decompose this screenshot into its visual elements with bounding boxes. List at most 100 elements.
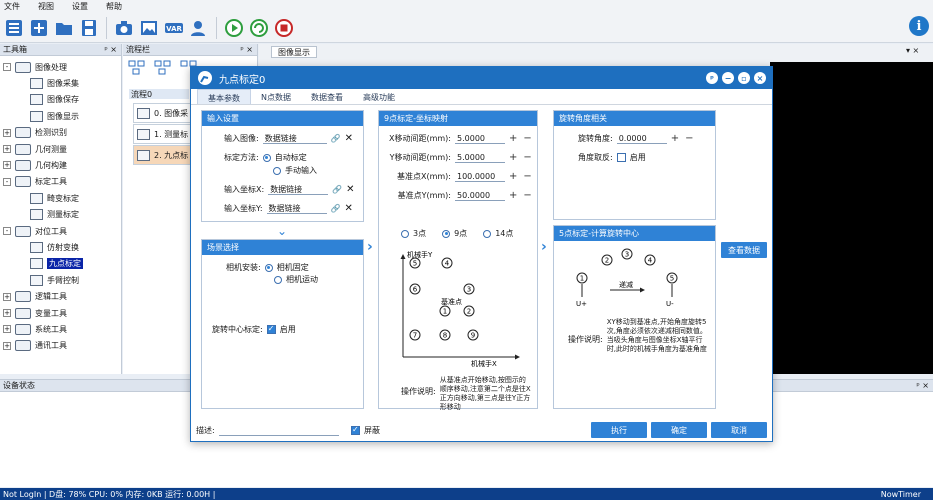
five-point-group: 5点标定-计算旋转中心 递减 U+ U- 1 2 3 4 5 操作说明: XY移动到基准… bbox=[553, 225, 716, 409]
tree-item[interactable]: 九点标定 bbox=[30, 256, 83, 272]
menu-settings[interactable]: 设置 bbox=[72, 1, 88, 12]
tab-n-point-data[interactable]: N点数据 bbox=[251, 89, 301, 104]
tab-data-view[interactable]: 数据查看 bbox=[301, 89, 353, 104]
tree-group[interactable]: - 标定工具 bbox=[3, 174, 67, 190]
tree-group[interactable]: - 图像处理 bbox=[3, 59, 67, 75]
loop-icon[interactable] bbox=[248, 17, 270, 39]
opt-3-radio[interactable] bbox=[401, 229, 409, 238]
expand-icon[interactable]: + bbox=[3, 292, 11, 301]
clear-icon[interactable]: ✕ bbox=[345, 133, 353, 144]
tree-item[interactable]: 图像保存 bbox=[30, 92, 79, 108]
stepper-icon[interactable]: +− bbox=[509, 190, 538, 201]
image-panel-controls[interactable]: ▾ × bbox=[906, 46, 919, 55]
cancel-button[interactable]: 取消 bbox=[711, 422, 767, 438]
run-icon[interactable] bbox=[223, 17, 245, 39]
list-icon[interactable] bbox=[3, 17, 25, 39]
tree-group[interactable]: + 几何构建 bbox=[3, 157, 67, 173]
stepper-icon[interactable]: +− bbox=[509, 133, 538, 144]
dialog-titlebar[interactable]: 九点标定0 ᵖ − ▫ × bbox=[191, 67, 772, 89]
input-image-field[interactable]: 数据链接 bbox=[262, 133, 327, 144]
tab-basic-params[interactable]: 基本参数 bbox=[197, 89, 251, 104]
rot-center-checkbox[interactable] bbox=[266, 324, 276, 334]
tree-group[interactable]: + 逻辑工具 bbox=[3, 289, 67, 305]
restore-icon[interactable]: ▫ bbox=[738, 72, 750, 84]
angle-field[interactable]: 0.0000 bbox=[616, 133, 667, 144]
stepper-icon[interactable]: +− bbox=[509, 171, 538, 182]
shield-checkbox[interactable] bbox=[351, 425, 360, 435]
device-pin-icon[interactable]: ᵖ × bbox=[916, 381, 929, 390]
flow-pin-icon[interactable]: ᵖ × bbox=[240, 45, 253, 54]
desc-input[interactable] bbox=[218, 425, 339, 436]
flow-tab[interactable]: 流程0 bbox=[129, 89, 189, 99]
expand-icon[interactable]: + bbox=[3, 341, 11, 350]
ystep-field[interactable]: 5.0000 bbox=[455, 152, 505, 163]
image-window-icon[interactable] bbox=[138, 17, 160, 39]
tree-item[interactable]: 图像显示 bbox=[30, 108, 79, 124]
run-button[interactable]: 执行 bbox=[591, 422, 647, 438]
menu-file[interactable]: 文件 bbox=[4, 1, 20, 12]
new-file-icon[interactable] bbox=[28, 17, 50, 39]
expand-icon[interactable]: + bbox=[3, 145, 11, 153]
tree-group[interactable]: + 变量工具 bbox=[3, 305, 67, 321]
cam-fixed-radio[interactable] bbox=[264, 263, 273, 272]
tree-group[interactable]: + 系统工具 bbox=[3, 321, 67, 337]
tree-group[interactable]: - 对位工具 bbox=[3, 223, 67, 239]
ok-button[interactable]: 确定 bbox=[651, 422, 707, 438]
expand-icon[interactable]: - bbox=[3, 227, 11, 235]
menu-view[interactable]: 视图 bbox=[38, 1, 54, 12]
xstep-field[interactable]: 5.0000 bbox=[455, 133, 505, 144]
save-icon[interactable] bbox=[78, 17, 100, 39]
basex-field[interactable]: 100.0000 bbox=[455, 171, 505, 182]
opt-9-radio[interactable] bbox=[442, 229, 451, 238]
tree-item[interactable]: 仿射变换 bbox=[30, 239, 79, 255]
minimize-icon[interactable]: − bbox=[722, 72, 734, 84]
camera-icon[interactable] bbox=[113, 17, 135, 39]
method-manual-radio[interactable] bbox=[273, 166, 281, 175]
cam-move-radio[interactable] bbox=[274, 275, 282, 284]
opt-14-radio[interactable] bbox=[483, 229, 492, 238]
tree-item[interactable]: 手臂控制 bbox=[30, 272, 79, 288]
expand-icon[interactable]: - bbox=[3, 63, 11, 71]
expand-icon[interactable]: + bbox=[3, 161, 11, 170]
expand-icon[interactable]: + bbox=[3, 128, 11, 137]
toolbox-pin-icon[interactable]: ᵖ × bbox=[104, 45, 117, 54]
tree-group[interactable]: + 几何测量 bbox=[3, 141, 67, 157]
invert-checkbox[interactable] bbox=[616, 153, 626, 162]
view-data-button[interactable]: 查看数据 bbox=[721, 242, 767, 258]
tab-advanced[interactable]: 高级功能 bbox=[353, 89, 405, 104]
stepper-icon[interactable]: +− bbox=[509, 152, 538, 163]
tree-item[interactable]: 图像采集 bbox=[30, 75, 79, 91]
close-icon[interactable]: × bbox=[754, 72, 766, 84]
user-icon[interactable] bbox=[188, 17, 210, 39]
tree-group[interactable]: + 检测识别 bbox=[3, 125, 67, 141]
image-display-tab[interactable]: 图像显示 bbox=[271, 46, 317, 58]
link-icon[interactable]: 🔗 bbox=[331, 134, 341, 143]
tree-item[interactable]: 测量标定 bbox=[30, 207, 79, 223]
clear-icon[interactable]: ✕ bbox=[346, 184, 354, 195]
pin-icon[interactable]: ᵖ bbox=[706, 72, 718, 84]
link-icon[interactable]: 🔗 bbox=[332, 185, 342, 194]
five-node-label: 3 bbox=[625, 251, 629, 259]
info-icon[interactable]: i bbox=[909, 16, 929, 36]
basey-field[interactable]: 50.0000 bbox=[455, 190, 505, 201]
tree-item[interactable]: 畸变标定 bbox=[30, 190, 79, 206]
tree-group[interactable]: + 通讯工具 bbox=[3, 338, 67, 354]
input-x-field[interactable]: 数据链接 bbox=[268, 184, 329, 195]
clear-icon[interactable]: ✕ bbox=[345, 203, 353, 214]
tool-icon bbox=[30, 94, 43, 106]
variable-icon[interactable]: VAR bbox=[163, 17, 185, 39]
expand-icon[interactable]: + bbox=[3, 325, 11, 334]
open-folder-icon[interactable] bbox=[53, 17, 75, 39]
method-auto-radio[interactable] bbox=[262, 153, 271, 162]
tool-icon bbox=[30, 241, 43, 253]
stop-icon[interactable] bbox=[273, 17, 295, 39]
input-y-field[interactable]: 数据链接 bbox=[266, 203, 327, 214]
flow-delete-icon[interactable] bbox=[153, 58, 173, 76]
stepper-icon[interactable]: +− bbox=[671, 133, 700, 144]
image-canvas[interactable] bbox=[770, 62, 933, 374]
menu-help[interactable]: 帮助 bbox=[106, 1, 122, 12]
expand-icon[interactable]: + bbox=[3, 309, 11, 317]
expand-icon[interactable]: - bbox=[3, 177, 11, 186]
link-icon[interactable]: 🔗 bbox=[331, 204, 341, 213]
flow-add-icon[interactable] bbox=[127, 58, 147, 76]
